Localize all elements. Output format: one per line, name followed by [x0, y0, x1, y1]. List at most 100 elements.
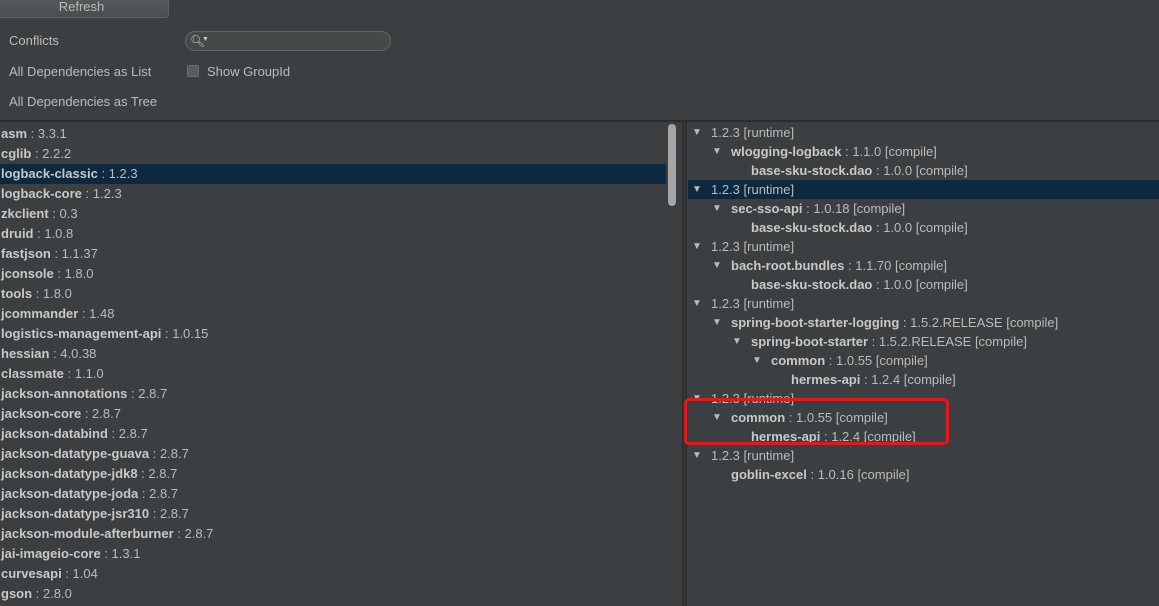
tree-node-version: 1.2.3 [runtime]: [711, 239, 795, 254]
tree-node-label: goblin-excel : 1.0.16 [compile]: [731, 465, 909, 484]
dependency-list-scrollbar[interactable]: [668, 124, 676, 206]
tree-node-version: : 1.0.0 [compile]: [872, 163, 968, 178]
dependency-list-item[interactable]: jcommander : 1.48: [0, 304, 666, 324]
dependency-version: : 1.2.3: [97, 166, 138, 181]
dependency-name: gson: [1, 586, 33, 601]
dependency-list-item[interactable]: asm : 3.3.1: [0, 124, 666, 144]
dependency-list-item[interactable]: zkclient : 0.3: [0, 204, 666, 224]
triangle-down-icon[interactable]: ▼: [692, 446, 702, 465]
tree-node-label: 1.2.3 [runtime]: [711, 123, 794, 142]
dependency-name: curvesapi: [1, 566, 62, 581]
tree-node[interactable]: ▼ 1.2.3 [runtime]: [688, 237, 1159, 256]
dependency-version: : 3.3.1: [27, 126, 67, 141]
dependency-name: jai-imageio-core: [1, 546, 101, 561]
tree-node-name: base-sku-stock.dao: [751, 277, 873, 292]
tree-node[interactable]: ▼ sec-sso-api : 1.0.18 [compile]: [688, 199, 1159, 218]
dependency-list-item[interactable]: jackson-datatype-jdk8 : 2.8.7: [0, 464, 666, 484]
triangle-down-icon[interactable]: ▼: [692, 123, 702, 142]
tree-node-version: 1.2.3 [runtime]: [711, 448, 795, 463]
tree-node[interactable]: base-sku-stock.dao : 1.0.0 [compile]: [688, 275, 1159, 294]
refresh-button[interactable]: Refresh: [0, 0, 169, 18]
tree-node[interactable]: goblin-excel : 1.0.16 [compile]: [688, 465, 1159, 484]
tree-node-name: common: [771, 353, 826, 368]
tree-node[interactable]: ▼ bach-root.bundles : 1.1.70 [compile]: [688, 256, 1159, 275]
dependency-name: jackson-datatype-jsr310: [1, 506, 150, 521]
tree-node[interactable]: ▼ 1.2.3 [runtime]: [688, 123, 1159, 142]
search-field[interactable]: 🔍︎ ▼: [185, 31, 391, 51]
dependency-name: jackson-databind: [1, 426, 108, 441]
view-mode-tree[interactable]: All Dependencies as Tree: [9, 93, 157, 111]
view-mode-list[interactable]: All Dependencies as List: [9, 63, 151, 81]
dependency-version: : 2.8.7: [81, 406, 121, 421]
dependency-list-item[interactable]: curvesapi : 1.04: [0, 564, 666, 584]
dependency-list-item[interactable]: classmate : 1.1.0: [0, 364, 666, 384]
dependency-version: : 1.1.0: [63, 366, 104, 381]
tree-node[interactable]: ▼ spring-boot-starter : 1.5.2.RELEASE [co…: [688, 332, 1159, 351]
tree-node-name: sec-sso-api: [731, 201, 803, 216]
dependency-name: classmate: [1, 366, 64, 381]
dependency-list-item[interactable]: jackson-datatype-jsr310 : 2.8.7: [0, 504, 666, 524]
dependency-name: jackson-datatype-joda: [1, 486, 139, 501]
dependency-list-item[interactable]: jackson-datatype-guava : 2.8.7: [0, 444, 666, 464]
triangle-down-icon[interactable]: ▼: [692, 180, 702, 199]
dependency-list-item[interactable]: gson : 2.8.0: [0, 584, 666, 604]
view-mode-conflicts[interactable]: Conflicts: [9, 32, 59, 50]
dependency-version: : 1.0.8: [33, 226, 74, 241]
dependency-list-item[interactable]: cglib : 2.2.2: [0, 144, 666, 164]
dependency-version: : 2.8.7: [137, 466, 178, 481]
dependency-name: jackson-datatype-guava: [1, 446, 150, 461]
triangle-down-icon[interactable]: ▼: [692, 237, 702, 256]
splitter[interactable]: [682, 122, 687, 606]
chevron-down-icon[interactable]: ▼: [202, 36, 209, 43]
triangle-down-icon[interactable]: ▼: [712, 142, 722, 161]
tree-node-version: : 1.1.70 [compile]: [844, 258, 948, 273]
tree-node[interactable]: ▼ 1.2.3 [runtime]: [688, 446, 1159, 465]
dependency-list-item[interactable]: jai-imageio-core : 1.3.1: [0, 544, 666, 564]
dependency-list-item[interactable]: jackson-annotations : 2.8.7: [0, 384, 666, 404]
triangle-down-icon[interactable]: ▼: [712, 199, 722, 218]
dependency-version: : 2.8.7: [149, 446, 189, 461]
dependency-list-item[interactable]: logback-core : 1.2.3: [0, 184, 666, 204]
dependency-list-item[interactable]: jackson-core : 2.8.7: [0, 404, 666, 424]
triangle-down-icon[interactable]: ▼: [712, 256, 722, 275]
tree-node-label: wlogging-logback : 1.1.0 [compile]: [731, 142, 937, 161]
dependency-version: : 0.3: [48, 206, 78, 221]
dependency-list-item[interactable]: logback-classic : 1.2.3: [0, 164, 666, 184]
dependency-usage-tree: ▼ 1.2.3 [runtime] ▼ wlogging-logback : 1.1.…: [688, 122, 1159, 606]
tree-node-label: common : 1.0.55 [compile]: [771, 351, 928, 370]
dependency-list-item[interactable]: jackson-module-afterburner : 2.8.7: [0, 524, 666, 544]
tree-node-version: : 1.5.2.RELEASE [compile]: [899, 315, 1059, 330]
annotation-highlight-box: [684, 398, 949, 445]
triangle-down-icon[interactable]: ▼: [712, 313, 722, 332]
triangle-down-icon[interactable]: ▼: [752, 351, 762, 370]
dependency-list-item[interactable]: fastjson : 1.1.37: [0, 244, 666, 264]
dependency-list-item[interactable]: tools : 1.8.0: [0, 284, 666, 304]
dependency-list-item[interactable]: druid : 1.0.8: [0, 224, 666, 244]
dependency-list-item[interactable]: jconsole : 1.8.0: [0, 264, 666, 284]
dependency-list: asm : 3.3.1 cglib : 2.2.2 logback-classic …: [0, 122, 680, 606]
triangle-down-icon[interactable]: ▼: [692, 294, 702, 313]
tree-node[interactable]: ▼ 1.2.3 [runtime]: [688, 294, 1159, 313]
dependency-list-item[interactable]: hessian : 4.0.38: [0, 344, 666, 364]
tree-node[interactable]: ▼ spring-boot-starter-logging : 1.5.2.REL…: [688, 313, 1159, 332]
dependency-version: : 4.0.38: [49, 346, 97, 361]
tree-node-version: : 1.0.55 [compile]: [825, 353, 928, 368]
tree-node[interactable]: base-sku-stock.dao : 1.0.0 [compile]: [688, 218, 1159, 237]
tree-node-name: goblin-excel: [731, 467, 807, 482]
tree-node-label: base-sku-stock.dao : 1.0.0 [compile]: [751, 275, 968, 294]
tree-node[interactable]: ▼ common : 1.0.55 [compile]: [688, 351, 1159, 370]
dependency-name: zkclient: [1, 206, 49, 221]
dependency-name: jackson-annotations: [1, 386, 128, 401]
tree-node-label: bach-root.bundles : 1.1.70 [compile]: [731, 256, 947, 275]
dependency-list-item[interactable]: logistics-management-api : 1.0.15: [0, 324, 666, 344]
triangle-down-icon[interactable]: ▼: [732, 332, 742, 351]
dependency-version: : 2.8.7: [149, 506, 189, 521]
tree-node[interactable]: base-sku-stock.dao : 1.0.0 [compile]: [688, 161, 1159, 180]
tree-node[interactable]: hermes-api : 1.2.4 [compile]: [688, 370, 1159, 389]
dependency-list-item[interactable]: jackson-databind : 2.8.7: [0, 424, 666, 444]
show-groupid-checkbox[interactable]: [187, 65, 199, 77]
tree-node-version: 1.2.3 [runtime]: [711, 125, 795, 140]
tree-node[interactable]: ▼ wlogging-logback : 1.1.0 [compile]: [688, 142, 1159, 161]
dependency-list-item[interactable]: jackson-datatype-joda : 2.8.7: [0, 484, 666, 504]
tree-node[interactable]: ▼ 1.2.3 [runtime]: [688, 180, 1159, 199]
